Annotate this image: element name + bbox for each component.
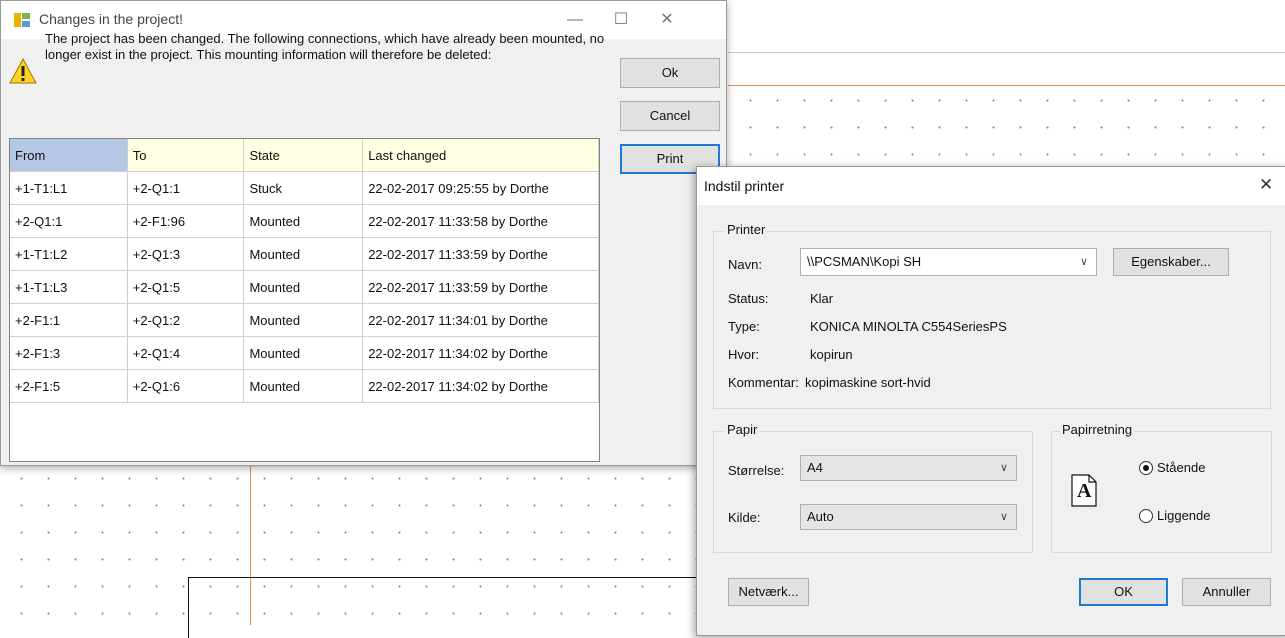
cell-to: +2-Q1:1: [127, 171, 245, 205]
properties-button[interactable]: Egenskaber...: [1113, 248, 1229, 276]
printer-dialog-title: Indstil printer: [704, 178, 785, 194]
app-icon: [14, 13, 30, 27]
paper-size-value: A4: [807, 460, 823, 475]
cell-last-changed: 22-02-2017 11:34:02 by Dorthe: [362, 336, 599, 370]
column-header-from[interactable]: From: [10, 139, 128, 172]
type-value: KONICA MINOLTA C554SeriesPS: [810, 319, 1007, 334]
table-row[interactable]: +2-Q1:1 +2-F1:96 Mounted 22-02-2017 11:3…: [10, 204, 599, 238]
cell-from: +1-T1:L3: [10, 270, 128, 304]
chevron-down-icon: ∨: [1079, 256, 1088, 268]
ok-button[interactable]: Ok: [620, 58, 720, 88]
connections-table[interactable]: From To State Last changed +1-T1:L1 +2-Q…: [9, 138, 600, 462]
where-value: kopirun: [810, 347, 853, 362]
cell-last-changed: 22-02-2017 11:34:01 by Dorthe: [362, 303, 599, 337]
status-value: Klar: [810, 291, 834, 306]
name-label: Navn:: [728, 257, 762, 272]
cell-from: +1-T1:L1: [10, 171, 128, 205]
table-row[interactable]: +1-T1:L1 +2-Q1:1 Stuck 22-02-2017 09:25:…: [10, 171, 599, 205]
cell-last-changed: 22-02-2017 11:34:02 by Dorthe: [362, 369, 599, 403]
cell-from: +1-T1:L2: [10, 237, 128, 271]
cell-last-changed: 22-02-2017 11:33:59 by Dorthe: [362, 237, 599, 271]
portrait-radio[interactable]: [1139, 461, 1153, 475]
cell-state: Mounted: [243, 204, 364, 238]
cell-state: Mounted: [243, 336, 364, 370]
paper-group: [713, 431, 1033, 553]
column-header-state[interactable]: State: [243, 139, 364, 172]
size-label: Størrelse:: [728, 463, 785, 478]
cell-from: +2-F1:3: [10, 336, 128, 370]
table-row[interactable]: +1-T1:L2 +2-Q1:3 Mounted 22-02-2017 11:3…: [10, 237, 599, 271]
cell-state: Mounted: [243, 237, 364, 271]
orientation-group-label: Papirretning: [1060, 422, 1135, 437]
paper-size-select[interactable]: A4 ∨: [800, 455, 1017, 481]
page-letter: A: [1077, 480, 1092, 502]
source-label: Kilde:: [728, 510, 761, 525]
printer-name-select[interactable]: \\PCSMAN\Kopi SH ∨: [800, 248, 1097, 276]
landscape-radio[interactable]: [1139, 509, 1153, 523]
paper-source-select[interactable]: Auto ∨: [800, 504, 1017, 530]
cell-last-changed: 22-02-2017 09:25:55 by Dorthe: [362, 171, 599, 205]
where-label: Hvor:: [728, 347, 760, 362]
printer-ok-button[interactable]: OK: [1079, 578, 1168, 606]
printer-dialog-titlebar[interactable]: Indstil printer ✕: [697, 167, 1285, 205]
paper-source-value: Auto: [807, 509, 834, 524]
portrait-label[interactable]: Stående: [1157, 460, 1205, 475]
changes-message: The project has been changed. The follow…: [45, 31, 605, 62]
canvas-orange-line-horizontal: [728, 85, 1285, 86]
comment-label: Kommentar:: [728, 375, 799, 390]
warning-icon: [9, 57, 37, 84]
changes-dialog: Changes in the project! — ☐ ✕ The projec…: [0, 0, 727, 466]
table-header-row: From To State Last changed: [10, 139, 599, 172]
type-label: Type:: [728, 319, 760, 334]
cell-state: Mounted: [243, 369, 364, 403]
chevron-down-icon: ∨: [999, 462, 1008, 474]
status-label: Status:: [728, 291, 769, 306]
landscape-label[interactable]: Liggende: [1157, 508, 1211, 523]
cell-from: +2-Q1:1: [10, 204, 128, 238]
cell-to: +2-F1:96: [127, 204, 245, 238]
cell-last-changed: 22-02-2017 11:33:59 by Dorthe: [362, 270, 599, 304]
cell-last-changed: 22-02-2017 11:33:58 by Dorthe: [362, 204, 599, 238]
paper-group-label: Papir: [725, 422, 760, 437]
cell-state: Stuck: [243, 171, 364, 205]
cell-to: +2-Q1:3: [127, 237, 245, 271]
cell-state: Mounted: [243, 270, 364, 304]
cell-to: +2-Q1:6: [127, 369, 245, 403]
cancel-button[interactable]: Cancel: [620, 101, 720, 131]
cell-from: +2-F1:5: [10, 369, 128, 403]
portrait-page-icon: A: [1071, 474, 1097, 507]
cell-from: +2-F1:1: [10, 303, 128, 337]
cell-to: +2-Q1:5: [127, 270, 245, 304]
table-row[interactable]: +2-F1:3 +2-Q1:4 Mounted 22-02-2017 11:34…: [10, 336, 599, 370]
network-button[interactable]: Netværk...: [728, 578, 809, 606]
printer-dialog-close-icon[interactable]: ✕: [1259, 175, 1273, 195]
printer-group-label: Printer: [725, 222, 768, 237]
chevron-down-icon: ∨: [999, 511, 1008, 523]
changes-dialog-title: Changes in the project!: [39, 11, 183, 27]
cell-to: +2-Q1:4: [127, 336, 245, 370]
canvas-component-outline: [188, 577, 709, 638]
table-row[interactable]: +2-F1:1 +2-Q1:2 Mounted 22-02-2017 11:34…: [10, 303, 599, 337]
cell-state: Mounted: [243, 303, 364, 337]
cell-to: +2-Q1:2: [127, 303, 245, 337]
printer-name-value: \\PCSMAN\Kopi SH: [807, 254, 922, 269]
table-row[interactable]: +2-F1:5 +2-Q1:6 Mounted 22-02-2017 11:34…: [10, 369, 599, 403]
column-header-to[interactable]: To: [127, 139, 245, 172]
canvas-ruler-band: [728, 52, 1285, 86]
close-button[interactable]: ✕: [644, 1, 690, 39]
printer-setup-dialog: Indstil printer ✕ Printer Navn: \\PCSMAN…: [696, 166, 1285, 636]
column-header-last-changed[interactable]: Last changed: [362, 139, 599, 172]
printer-cancel-button[interactable]: Annuller: [1182, 578, 1271, 606]
comment-value: kopimaskine sort-hvid: [805, 375, 931, 390]
table-row[interactable]: +1-T1:L3 +2-Q1:5 Mounted 22-02-2017 11:3…: [10, 270, 599, 304]
